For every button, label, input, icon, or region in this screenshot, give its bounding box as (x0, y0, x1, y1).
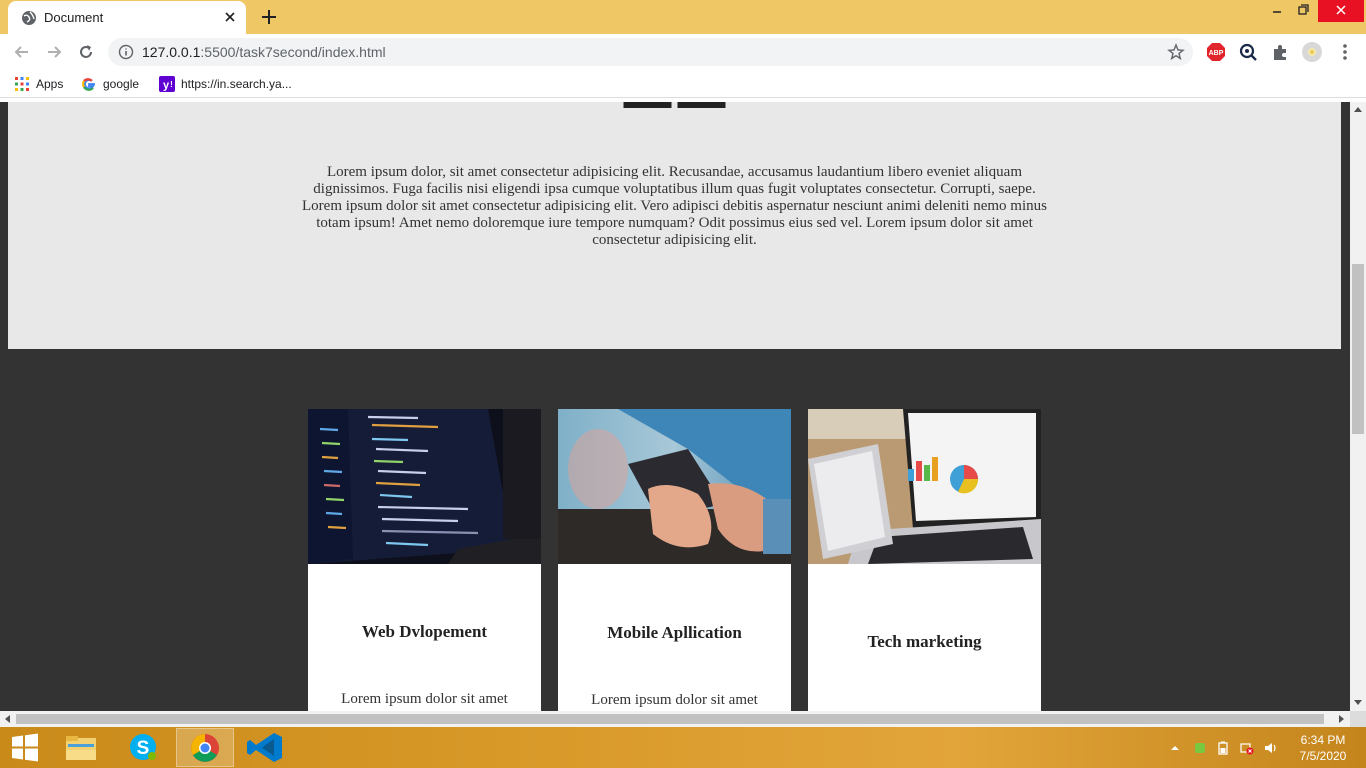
card-title: Web Dvlopement (361, 622, 488, 641)
volume-icon[interactable] (1264, 741, 1278, 755)
google-icon (82, 78, 95, 91)
url-text: 127.0.0.1:5500/task7second/index.html (142, 44, 386, 60)
page-viewport: ▬▬ ▬▬ Lorem ipsum dolor, sit amet consec… (0, 102, 1350, 711)
globe-icon (22, 11, 36, 25)
search-extension-icon[interactable] (1238, 42, 1258, 62)
clock-date: 7/5/2020 (1299, 749, 1347, 763)
bookmark-apps[interactable]: Apps (14, 76, 63, 94)
chrome-icon (191, 734, 219, 762)
show-hidden-icons-icon[interactable] (1170, 743, 1180, 753)
svg-text:y: y (163, 80, 170, 92)
network-warning-icon[interactable] (1240, 741, 1254, 755)
back-arrow-icon[interactable] (12, 42, 32, 62)
close-window-button[interactable] (1318, 0, 1364, 22)
taskbar-vscode[interactable] (238, 728, 296, 767)
profile-avatar-icon[interactable] (1301, 41, 1323, 63)
card-text: Lorem ipsum dolor sit amet (341, 691, 508, 707)
bookmark-label: google (103, 77, 140, 91)
svg-text:!: ! (170, 80, 173, 89)
bookmark-label: https://in.search.ya... (181, 77, 292, 91)
service-card-mobile: Mobile Apllication Lorem ipsum dolor sit… (558, 409, 791, 711)
tab-strip: Document (0, 0, 1366, 34)
hands-phone-image (558, 409, 791, 564)
laptop-chart-image (808, 409, 1041, 564)
svg-text:ABP: ABP (1209, 50, 1224, 57)
taskbar-skype[interactable]: S (114, 728, 172, 767)
scroll-down-arrow-icon[interactable] (1354, 700, 1362, 705)
taskbar-file-explorer[interactable] (52, 728, 110, 767)
apps-grid-icon (15, 77, 29, 91)
address-bar[interactable]: 127.0.0.1:5500/task7second/index.html (108, 38, 1193, 66)
tray-app-icon[interactable] (1193, 741, 1207, 755)
taskbar-chrome[interactable] (176, 728, 234, 767)
scroll-right-arrow-icon[interactable] (1339, 715, 1344, 723)
browser-tab[interactable]: Document (8, 1, 246, 34)
scroll-left-arrow-icon[interactable] (5, 715, 10, 723)
service-card-marketing: Tech marketing (808, 409, 1041, 711)
bookmarks-bar: Apps google y ! https://in.search.ya... (0, 70, 1366, 98)
folder-icon (66, 736, 96, 760)
extensions-puzzle-icon[interactable] (1270, 42, 1290, 62)
browser-toolbar: 127.0.0.1:5500/task7second/index.html AB… (0, 34, 1366, 70)
battery-icon[interactable] (1216, 741, 1230, 755)
reload-icon[interactable] (76, 42, 96, 62)
windows-taskbar: S 6:34 PM 7/5/2020 (0, 727, 1366, 768)
clock-time: 6:34 PM (1300, 733, 1346, 747)
scrollbar-corner (1350, 711, 1366, 727)
info-icon[interactable] (118, 44, 134, 60)
bookmark-label: Apps (36, 77, 64, 91)
vertical-scrollbar[interactable] (1350, 102, 1366, 711)
section-heading-cut-off: ▬▬ ▬▬ (8, 102, 1341, 115)
skype-icon: S (130, 734, 156, 760)
forward-arrow-icon[interactable] (44, 42, 64, 62)
vertical-scroll-thumb[interactable] (1352, 264, 1364, 434)
code-laptop-image (308, 409, 541, 564)
adblock-icon[interactable]: ABP (1206, 42, 1226, 62)
bookmark-star-icon[interactable] (1167, 43, 1185, 61)
intro-paragraph: Lorem ipsum dolor, sit amet consectetur … (302, 164, 1047, 248)
bookmark-google[interactable]: google (81, 76, 139, 94)
close-icon (1336, 5, 1346, 15)
svg-text:S: S (137, 738, 150, 759)
vscode-icon (247, 733, 282, 762)
horizontal-scrollbar[interactable] (0, 711, 1350, 727)
tab-title: Document (44, 10, 104, 25)
windows-logo-icon (12, 733, 38, 762)
horizontal-scroll-thumb[interactable] (16, 714, 1324, 724)
about-section: ▬▬ ▬▬ Lorem ipsum dolor, sit amet consec… (8, 102, 1341, 349)
system-clock[interactable]: 6:34 PM 7/5/2020 (1288, 732, 1358, 764)
card-title: Mobile Apllication (607, 623, 742, 642)
card-title: Tech marketing (867, 632, 982, 651)
start-button[interactable] (0, 728, 50, 767)
close-tab-icon[interactable] (222, 9, 238, 25)
scroll-up-arrow-icon[interactable] (1354, 107, 1362, 112)
service-card-web: Web Dvlopement Lorem ipsum dolor sit ame… (308, 409, 541, 711)
url-path: :5500/task7second/index.html (200, 44, 386, 60)
card-text: Lorem ipsum dolor sit amet (591, 692, 758, 708)
url-host: 127.0.0.1 (142, 44, 201, 60)
yahoo-icon: y ! (159, 76, 175, 92)
new-tab-icon[interactable] (260, 8, 278, 26)
bookmark-yahoo[interactable]: y ! https://in.search.ya... (159, 76, 292, 94)
more-menu-icon[interactable] (1335, 42, 1355, 62)
